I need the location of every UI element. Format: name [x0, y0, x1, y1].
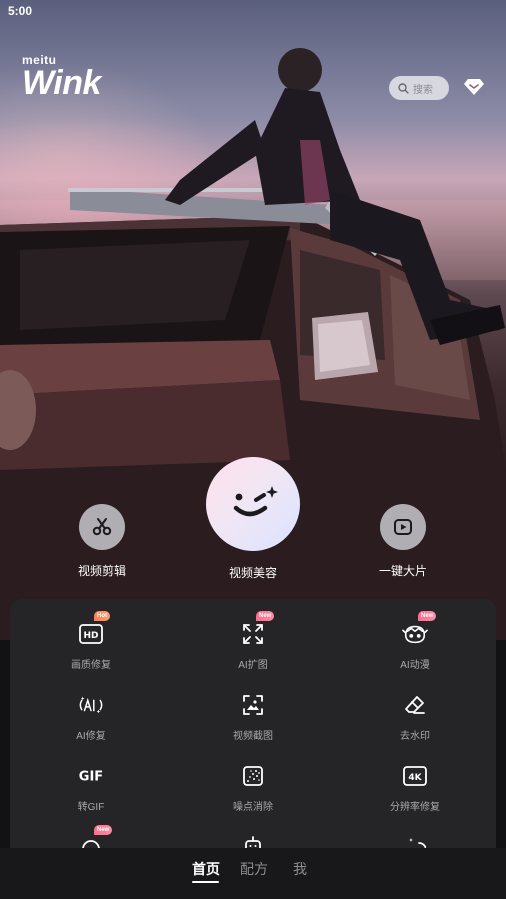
quick-action-video-beauty[interactable]: 视频美容: [205, 457, 301, 581]
screenshot-icon: [240, 692, 266, 718]
tab-active-indicator: [192, 881, 219, 883]
search-icon: [398, 82, 409, 94]
new-badge: New: [256, 611, 275, 621]
quick-action-one-click[interactable]: 一键大片: [371, 504, 435, 579]
scissors-icon: [79, 504, 125, 550]
quick-action-label: 一键大片: [378, 564, 427, 578]
tool-remove-watermark[interactable]: 去水印: [334, 692, 496, 742]
new-badge: New: [418, 611, 437, 621]
brand-wink: Wink: [22, 64, 101, 102]
eraser-icon: [402, 692, 428, 718]
tab-home[interactable]: 首页: [192, 859, 220, 879]
quick-action-label: 视频美容: [228, 566, 277, 580]
tool-label: 噪点消除: [233, 802, 273, 813]
tool-to-gif[interactable]: GIF 转GIF: [10, 763, 172, 813]
hd-icon: HD Hot: [78, 611, 110, 647]
quick-action-label: 视频剪辑: [77, 564, 126, 578]
4k-icon: 4K: [402, 763, 428, 789]
expand-corners-icon: New: [240, 611, 275, 647]
tool-ai-repair[interactable]: AI修复: [10, 692, 172, 742]
tab-me[interactable]: 我: [293, 859, 307, 879]
noise-icon: [240, 763, 266, 789]
tool-denoise[interactable]: 噪点消除: [172, 763, 334, 813]
tool-ai-anime[interactable]: New AI动漫: [334, 611, 496, 671]
tools-panel: HD Hot 画质修复 New AI扩图 New AI动漫 AI修复 视频截图 …: [10, 599, 496, 859]
status-time: 5:00: [8, 4, 33, 18]
app-logo: meitu Wink: [22, 54, 101, 100]
tool-label: 转GIF: [77, 802, 105, 813]
quick-action-video-edit[interactable]: 视频剪辑: [70, 504, 134, 579]
diamond-vip-icon[interactable]: [463, 77, 485, 97]
tool-video-screenshot[interactable]: 视频截图: [172, 692, 334, 742]
tool-resolution-repair[interactable]: 4K 分辨率修复: [334, 763, 496, 813]
wink-face-icon: [206, 457, 300, 551]
anime-face-icon: New: [402, 611, 437, 647]
gif-icon: GIF: [78, 763, 104, 789]
tool-label: 分辨率修复: [390, 802, 440, 813]
tool-label: AI动漫: [400, 660, 430, 671]
tab-recipes[interactable]: 配方: [240, 859, 268, 879]
bottom-nav: 首页 配方 我: [0, 848, 506, 899]
search-input[interactable]: 搜索: [389, 76, 449, 100]
hot-badge: Hot: [94, 611, 110, 621]
svg-text:HD: HD: [83, 631, 98, 641]
svg-text:GIF: GIF: [79, 770, 103, 785]
svg-text:4K: 4K: [408, 773, 422, 783]
new-badge: New: [94, 825, 113, 835]
tool-label: 画质修复: [71, 660, 111, 671]
search-placeholder: 搜索: [413, 84, 433, 96]
tool-label: 视频截图: [233, 731, 273, 742]
tool-label: 去水印: [400, 731, 430, 742]
play-square-icon: [380, 504, 426, 550]
tool-label: AI扩图: [238, 660, 268, 671]
tool-quality-repair[interactable]: HD Hot 画质修复: [10, 611, 172, 671]
tool-ai-expand[interactable]: New AI扩图: [172, 611, 334, 671]
tool-label: AI修复: [76, 731, 106, 742]
ai-sparkle-icon: [78, 692, 104, 718]
